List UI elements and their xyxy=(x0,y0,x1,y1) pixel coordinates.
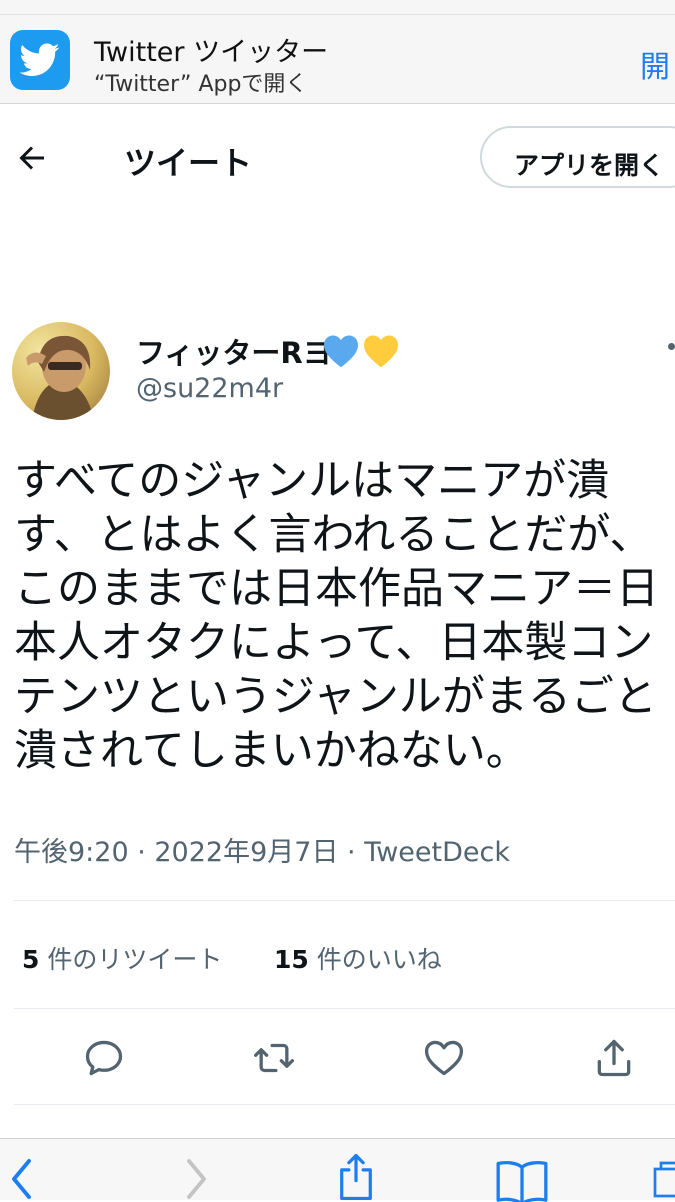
tweet-text-line: 本人オタクによって、日本製コン xyxy=(14,618,654,668)
back-arrow-icon[interactable] xyxy=(14,140,50,176)
bookmarks-icon[interactable] xyxy=(494,1158,550,1202)
browser-forward-icon[interactable] xyxy=(180,1158,210,1200)
twitter-bird-icon[interactable] xyxy=(10,30,70,90)
browser-share-icon[interactable] xyxy=(334,1152,378,1202)
tabs-icon[interactable] xyxy=(652,1156,675,1200)
banner-open-button[interactable]: 開 xyxy=(640,42,670,86)
smart-app-banner: Twitter ツイッター “Twitter” Appで開く 開 xyxy=(0,0,675,104)
divider xyxy=(14,1104,675,1105)
tweet-text-line: 潰されてしまいかねない。 xyxy=(14,726,529,776)
like-icon[interactable] xyxy=(422,1036,466,1080)
yellow-heart-icon xyxy=(364,335,398,368)
display-name[interactable]: フィッターRヨ xyxy=(136,330,332,372)
tweet-text-line: す、とはよく言われることだが、 xyxy=(14,510,653,560)
divider xyxy=(14,900,675,901)
retweet-icon[interactable] xyxy=(252,1036,296,1080)
tweet-timestamp[interactable]: 午後9:20 · 2022年9月7日 · TweetDeck xyxy=(14,830,510,869)
banner-app-title: Twitter ツイッター xyxy=(94,37,329,68)
like-label: 件のいいね xyxy=(308,945,442,974)
banner-app-subtitle: “Twitter” Appで開く xyxy=(94,72,308,97)
reply-icon[interactable] xyxy=(82,1036,126,1080)
like-count: 15 xyxy=(274,945,309,974)
tweet-text-line: すべてのジャンルはマニアが潰 xyxy=(14,456,610,506)
tweet-text: すべてのジャンルはマニアが潰 す、とはよく言われることだが、 このままでは日本作… xyxy=(14,454,674,778)
page-title: ツイート xyxy=(124,144,253,182)
more-options-icon[interactable] xyxy=(668,343,675,350)
retweet-count: 5 xyxy=(22,945,40,974)
blue-heart-icon xyxy=(324,335,358,368)
tweet-text-line: このままでは日本作品マニア＝日 xyxy=(14,564,659,614)
avatar[interactable] xyxy=(12,322,110,420)
divider xyxy=(14,1008,675,1009)
open-app-button[interactable]: アプリを開く xyxy=(480,126,675,188)
user-handle[interactable]: @su22m4r xyxy=(136,373,283,404)
banner-divider xyxy=(0,14,675,15)
browser-back-icon[interactable] xyxy=(8,1158,38,1200)
like-stat[interactable]: 15 件のいいね xyxy=(274,940,442,976)
share-icon[interactable] xyxy=(592,1036,636,1080)
tweet-text-line: テンツというジャンルがまるごと xyxy=(14,672,657,722)
retweet-label: 件のリツイート xyxy=(39,945,223,974)
retweet-stat[interactable]: 5 件のリツイート xyxy=(22,940,222,976)
